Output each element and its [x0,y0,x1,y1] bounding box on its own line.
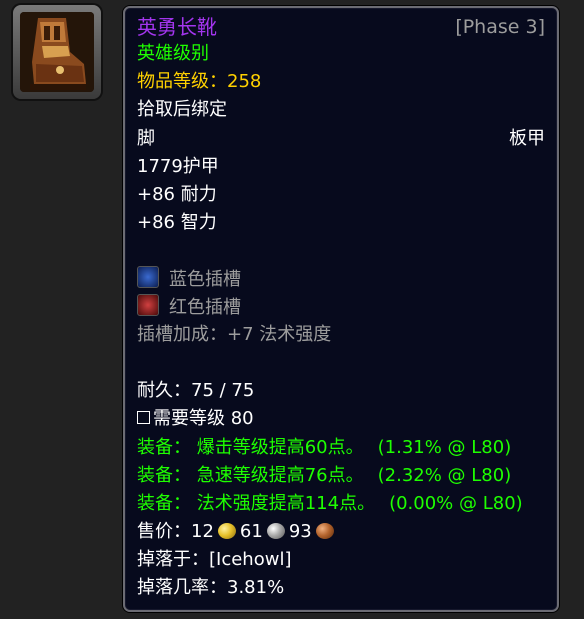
quality-label: 英雄级别 [137,43,209,64]
slot-label: 脚 [137,128,155,149]
required-level-row: 需要等级 80 [137,406,545,432]
stat-stamina: +86 耐力 [137,184,217,205]
slot-row: 脚 板甲 [137,126,545,152]
socket-red-label: 红色插槽 [169,297,241,318]
socket-bonus: 插槽加成：+7 法术强度 [137,324,332,345]
stat-intellect: +86 智力 [137,212,217,233]
equip-haste: 装备： 急速等级提高76点。 (2.32% @ L80) [137,463,545,489]
blue-socket-icon [137,266,159,288]
gold-coin-icon [217,523,236,539]
drop-source: 掉落于：[Icehowl] [137,549,292,570]
durability: 耐久：75 / 75 [137,380,255,401]
item-name-row: 英勇长靴 [Phase 3] [137,14,545,40]
item-tooltip: 英勇长靴 [Phase 3] 英雄级别 物品等级：258 拾取后绑定 脚 板甲 … [123,6,559,612]
copper-coin-icon [315,523,334,539]
armor-value: 1779护甲 [137,156,219,177]
required-level: 需要等级 80 [153,408,254,429]
socket-red: 红色插槽 [137,294,545,320]
boots-icon [20,12,94,92]
armor-type: 板甲 [509,128,545,149]
item-level-value: 258 [227,71,262,92]
equip-spellpower-text: 装备： 法术强度提高114点。 [137,493,376,514]
equip-crit-pct: (1.31% @ L80) [377,437,512,458]
sell-price: 售价：12 61 93 [137,519,545,545]
equip-haste-text: 装备： 急速等级提高76点。 [137,465,364,486]
equip-crit: 装备： 爆击等级提高60点。 (1.31% @ L80) [137,435,545,461]
socket-blue-label: 蓝色插槽 [169,269,241,290]
equip-crit-text: 装备： 爆击等级提高60点。 [137,437,364,458]
red-socket-icon [137,294,159,316]
sell-copper: 93 [288,521,312,542]
drop-rate: 掉落几率：3.81% [137,577,285,598]
sell-gold: 12 [191,521,214,542]
bind-type: 拾取后绑定 [137,99,227,120]
silver-coin-icon [266,523,285,539]
item-icon-frame[interactable] [13,5,101,99]
item-level-label: 物品等级： [137,71,227,92]
equip-spellpower: 装备： 法术强度提高114点。 (0.00% @ L80) [137,491,545,517]
phase-label: [Phase 3] [455,16,545,38]
sell-silver: 61 [239,521,263,542]
socket-blue: 蓝色插槽 [137,266,545,292]
item-name[interactable]: 英勇长靴 [137,15,217,39]
item-level: 物品等级：258 [137,69,545,95]
checkbox-icon [137,411,150,424]
equip-spellpower-pct: (0.00% @ L80) [389,493,523,514]
sell-label: 售价： [137,521,191,542]
equip-haste-pct: (2.32% @ L80) [377,465,512,486]
